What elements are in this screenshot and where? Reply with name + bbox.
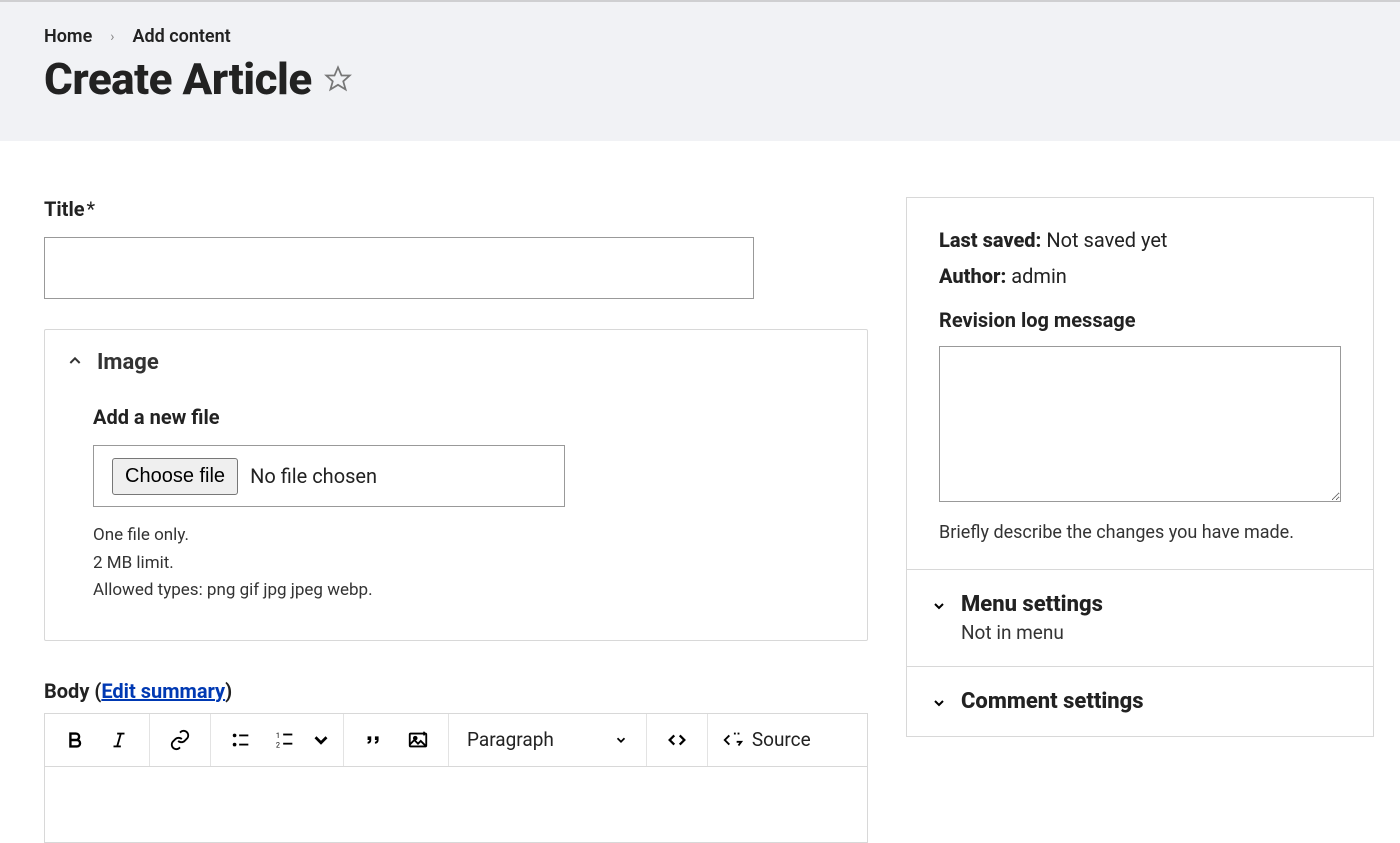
comment-settings-title: Comment settings xyxy=(961,689,1144,714)
blockquote-button[interactable] xyxy=(352,718,396,762)
revision-log-textarea[interactable] xyxy=(939,346,1341,502)
file-help-text: One file only. 2 MB limit. Allowed types… xyxy=(93,523,819,604)
breadcrumb: Home › Add content xyxy=(44,26,1356,47)
edit-summary-link[interactable]: Edit summary xyxy=(101,679,225,703)
title-label: Title* xyxy=(44,197,868,221)
revision-log-label: Revision log message xyxy=(939,308,1341,332)
chevron-down-icon xyxy=(614,733,628,747)
code-button[interactable] xyxy=(655,718,699,762)
editor-toolbar: 12 Paragraph Source xyxy=(44,713,868,767)
body-editor[interactable] xyxy=(44,767,868,843)
list-dropdown-button[interactable] xyxy=(307,718,335,762)
italic-button[interactable] xyxy=(97,718,141,762)
choose-file-button[interactable]: Choose file xyxy=(112,458,238,495)
paragraph-format-select[interactable]: Paragraph xyxy=(449,714,647,766)
favorite-star-icon[interactable] xyxy=(324,65,352,93)
chevron-up-icon xyxy=(67,350,83,375)
last-saved: Last saved: Not saved yet xyxy=(939,228,1341,252)
menu-settings-title: Menu settings xyxy=(961,592,1103,617)
add-file-label: Add a new file xyxy=(93,405,819,429)
image-button[interactable] xyxy=(396,718,440,762)
breadcrumb-home[interactable]: Home xyxy=(44,26,92,47)
author: Author: admin xyxy=(939,264,1341,288)
svg-text:2: 2 xyxy=(276,740,280,749)
menu-settings-subtitle: Not in menu xyxy=(961,621,1103,644)
bullet-list-button[interactable] xyxy=(219,718,263,762)
chevron-right-icon: › xyxy=(110,29,114,45)
breadcrumb-add-content[interactable]: Add content xyxy=(132,26,230,47)
image-fieldset-toggle[interactable]: Image xyxy=(45,330,867,395)
menu-settings-accordion[interactable]: Menu settings Not in menu xyxy=(907,569,1373,666)
sidebar: Last saved: Not saved yet Author: admin … xyxy=(906,197,1374,737)
source-button[interactable]: Source xyxy=(708,714,825,766)
file-input-wrapper[interactable]: Choose file No file chosen xyxy=(93,445,565,507)
bold-button[interactable] xyxy=(53,718,97,762)
revision-log-description: Briefly describe the changes you have ma… xyxy=(939,522,1341,543)
link-button[interactable] xyxy=(158,718,202,762)
required-marker: * xyxy=(87,197,96,221)
comment-settings-accordion[interactable]: Comment settings xyxy=(907,666,1373,736)
file-status: No file chosen xyxy=(250,464,377,488)
chevron-down-icon xyxy=(931,598,947,614)
source-icon xyxy=(722,729,744,751)
page-header: Home › Add content Create Article xyxy=(0,0,1400,141)
image-fieldset: Image Add a new file Choose file No file… xyxy=(44,329,868,641)
page-title: Create Article xyxy=(44,53,312,105)
body-label: Body (Edit summary) xyxy=(44,679,232,703)
chevron-down-icon xyxy=(931,695,947,711)
image-section-label: Image xyxy=(97,350,159,375)
main-form: Title* Image Add a new file Choose file … xyxy=(44,197,868,843)
numbered-list-button[interactable]: 12 xyxy=(263,718,307,762)
svg-text:1: 1 xyxy=(276,731,280,740)
title-input[interactable] xyxy=(44,237,754,299)
